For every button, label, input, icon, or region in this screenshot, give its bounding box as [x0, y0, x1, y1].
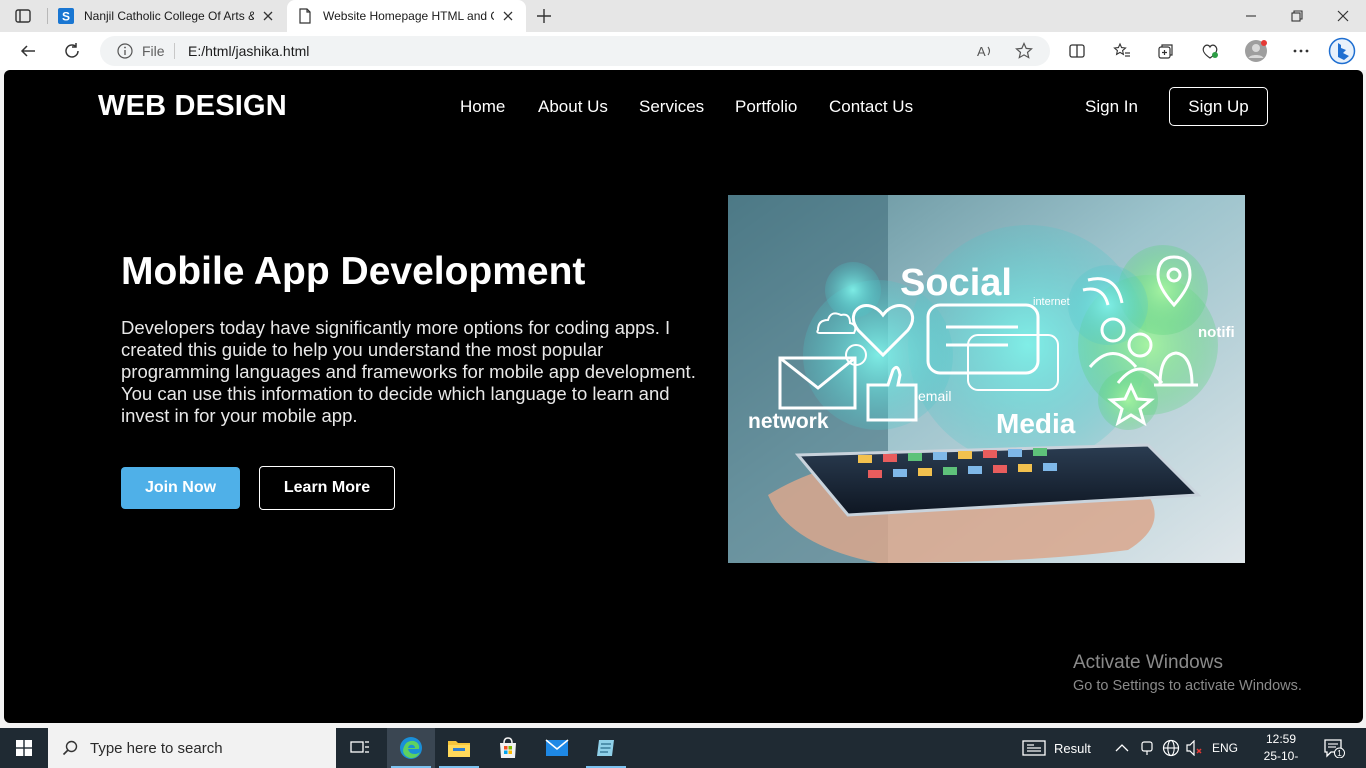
image-label-internet: internet — [1033, 296, 1070, 308]
show-hidden-icons-chevron-icon[interactable] — [1115, 728, 1129, 768]
tab-nanjil-college[interactable]: S Nanjil Catholic College Of Arts & — [48, 0, 286, 32]
image-label-notification: notifi — [1198, 324, 1235, 341]
bing-copilot-icon[interactable] — [1328, 37, 1356, 65]
image-label-email: email — [918, 388, 951, 404]
volume-muted-icon[interactable] — [1186, 728, 1204, 768]
notification-center-icon[interactable]: 1 — [1323, 728, 1345, 768]
read-aloud-icon[interactable]: A — [976, 42, 994, 60]
hero-description: Developers today have significantly more… — [121, 317, 696, 426]
collections-icon[interactable] — [1152, 37, 1180, 65]
address-scheme-label: File — [142, 43, 165, 59]
svg-text:A: A — [977, 44, 986, 59]
search-icon — [62, 740, 78, 756]
tab-title: Website Homepage HTML and C — [323, 9, 494, 23]
restore-icon[interactable] — [1274, 0, 1320, 32]
activate-windows-title: Activate Windows — [1073, 652, 1223, 673]
nav-portfolio[interactable]: Portfolio — [735, 97, 797, 117]
meet-now-icon[interactable] — [1140, 728, 1154, 768]
image-label-network: network — [748, 410, 829, 433]
notification-count: 1 — [1337, 749, 1342, 758]
nav-home[interactable]: Home — [460, 97, 505, 117]
edge-browser-icon[interactable] — [387, 728, 435, 768]
input-language[interactable]: ENG — [1212, 728, 1238, 768]
tab-actions-icon[interactable] — [14, 7, 32, 25]
close-icon[interactable] — [500, 8, 516, 24]
windows-taskbar: Type here to search Result ENG 12:59 25-… — [0, 728, 1366, 768]
browser-essentials-icon[interactable] — [1196, 37, 1224, 65]
mail-icon[interactable] — [533, 728, 581, 768]
site-logo[interactable]: WEB DESIGN — [98, 90, 287, 123]
favorites-icon[interactable] — [1108, 37, 1136, 65]
address-bar[interactable]: File E:/html/jashika.html A — [100, 36, 1050, 66]
more-options-icon[interactable] — [1287, 37, 1315, 65]
tab-title: Nanjil Catholic College Of Arts & — [84, 9, 254, 23]
clock-date: 25-10-2023 — [1263, 749, 1299, 768]
favorite-star-icon[interactable] — [1015, 42, 1033, 60]
search-placeholder: Type here to search — [90, 739, 223, 757]
hero-title: Mobile App Development — [121, 250, 586, 293]
address-url[interactable]: E:/html/jashika.html — [188, 43, 309, 59]
activate-windows-watermark: Activate Windows Go to Settings to activ… — [1073, 652, 1302, 694]
back-icon[interactable] — [14, 37, 42, 65]
nav-services[interactable]: Services — [639, 97, 704, 117]
result-label: Result — [1054, 740, 1091, 756]
image-label-social: Social — [900, 262, 1012, 304]
join-now-button[interactable]: Join Now — [121, 467, 240, 509]
network-globe-icon[interactable] — [1162, 728, 1180, 768]
activate-windows-subtitle: Go to Settings to activate Windows. — [1073, 678, 1302, 694]
sign-up-button[interactable]: Sign Up — [1169, 87, 1268, 126]
info-icon[interactable] — [117, 43, 133, 59]
microsoft-store-icon[interactable] — [484, 728, 532, 768]
result-widget[interactable]: Result — [1022, 728, 1091, 768]
tab-website-homepage[interactable]: Website Homepage HTML and C — [287, 0, 526, 32]
refresh-icon[interactable] — [58, 37, 86, 65]
hero-image: Social Media network internet email noti… — [728, 195, 1245, 563]
browser-tab-strip: S Nanjil Catholic College Of Arts & Webs… — [0, 0, 1366, 32]
clock-time: 12:59 — [1265, 732, 1297, 746]
file-explorer-icon[interactable] — [435, 728, 483, 768]
sign-in-link[interactable]: Sign In — [1085, 97, 1138, 117]
svg-text:S: S — [62, 10, 70, 24]
close-icon[interactable] — [260, 8, 276, 24]
address-divider — [174, 43, 175, 59]
notepad-app-icon[interactable] — [582, 728, 630, 768]
task-view-icon[interactable] — [336, 728, 384, 768]
profile-avatar[interactable] — [1242, 37, 1270, 65]
s-logo-icon: S — [58, 8, 74, 24]
taskbar-search-box[interactable]: Type here to search — [48, 728, 336, 768]
page-icon — [297, 8, 313, 24]
nav-contact-us[interactable]: Contact Us — [829, 97, 913, 117]
news-widget-icon — [1022, 740, 1046, 756]
new-tab-icon[interactable] — [534, 6, 554, 26]
minimize-icon[interactable] — [1228, 0, 1274, 32]
page-viewport: WEB DESIGN Home About Us Services Portfo… — [4, 70, 1363, 723]
nav-about-us[interactable]: About Us — [538, 97, 608, 117]
split-screen-icon[interactable] — [1063, 37, 1091, 65]
learn-more-button[interactable]: Learn More — [259, 466, 395, 510]
system-clock[interactable]: 12:59 25-10-2023 — [1256, 731, 1306, 768]
browser-toolbar: File E:/html/jashika.html A — [0, 32, 1366, 70]
windows-start-icon[interactable] — [0, 728, 48, 768]
close-window-icon[interactable] — [1320, 0, 1366, 32]
image-label-media: Media — [996, 408, 1076, 439]
